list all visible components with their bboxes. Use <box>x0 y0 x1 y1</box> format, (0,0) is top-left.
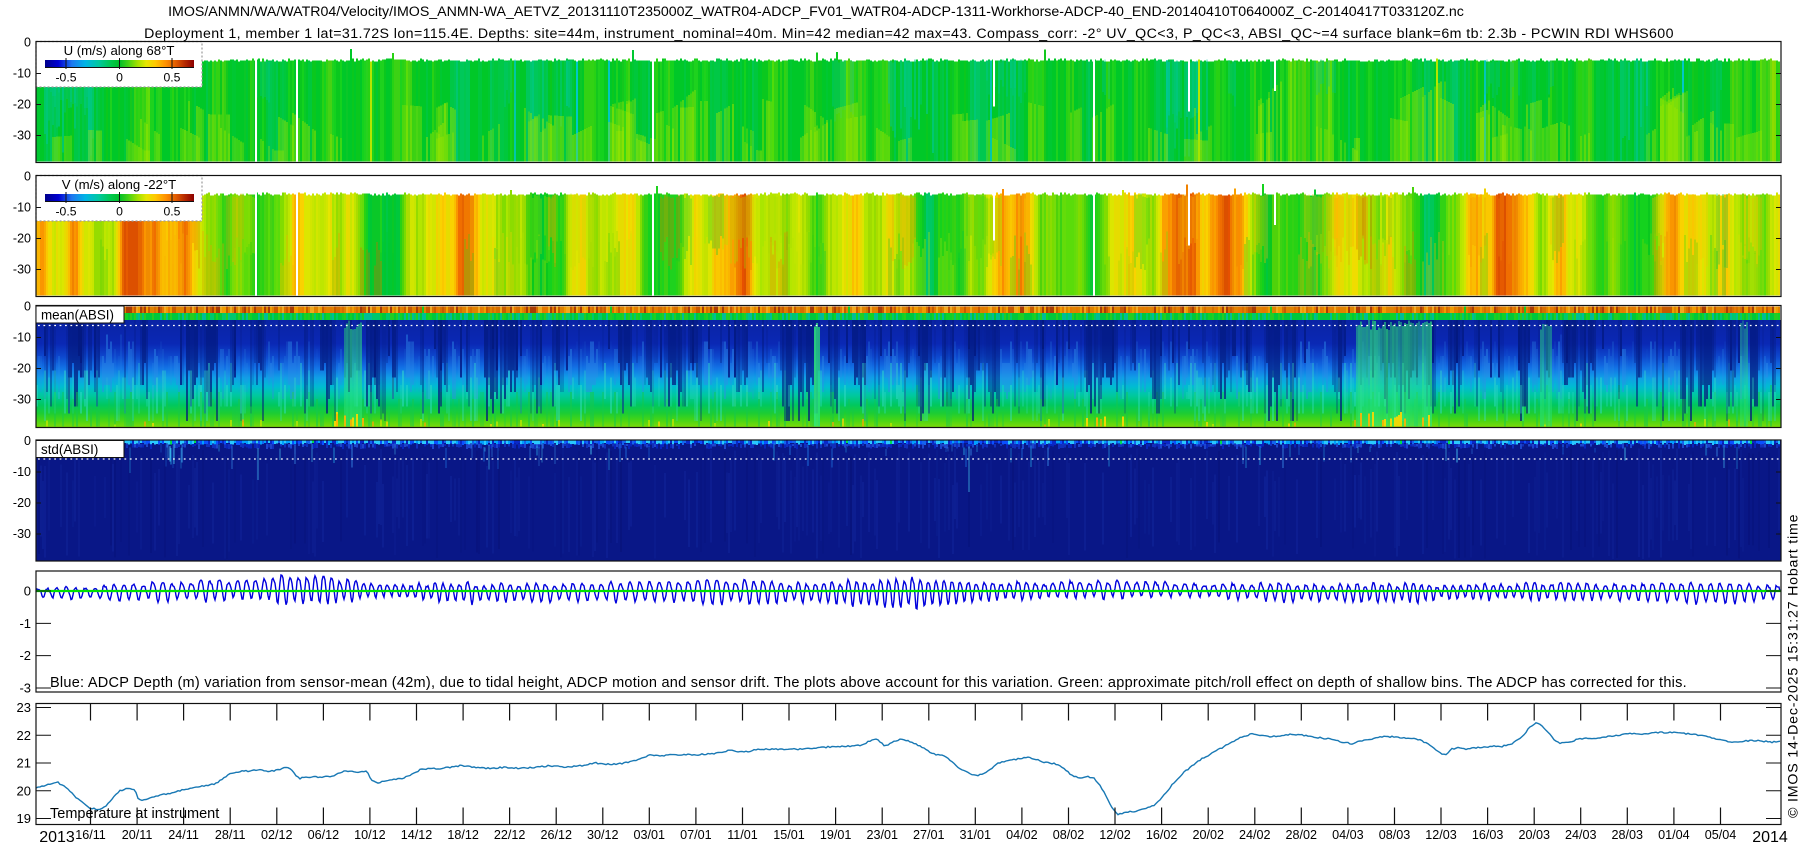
svg-text:-20: -20 <box>13 98 31 112</box>
svg-text:15/01: 15/01 <box>773 828 805 842</box>
svg-text:31/01: 31/01 <box>960 828 992 842</box>
svg-text:04/03: 04/03 <box>1332 828 1364 842</box>
svg-text:0: 0 <box>24 584 31 599</box>
svg-text:mean(ABSI): mean(ABSI) <box>41 308 114 323</box>
svg-text:0.5: 0.5 <box>164 71 181 85</box>
svg-text:03/01: 03/01 <box>634 828 666 842</box>
svg-text:26/12: 26/12 <box>540 828 572 842</box>
svg-text:-20: -20 <box>13 496 31 510</box>
svg-text:14/12: 14/12 <box>401 828 433 842</box>
svg-text:-3: -3 <box>19 680 31 695</box>
svg-text:16/03: 16/03 <box>1472 828 1504 842</box>
svg-text:02/12: 02/12 <box>261 828 293 842</box>
svg-text:16/02: 16/02 <box>1146 828 1178 842</box>
svg-text:27/01: 27/01 <box>913 828 945 842</box>
svg-text:30/12: 30/12 <box>587 828 619 842</box>
svg-text:Blue: ADCP Depth (m) variation: Blue: ADCP Depth (m) variation from sens… <box>50 675 1687 691</box>
svg-text:12/03: 12/03 <box>1425 828 1457 842</box>
svg-text:2014: 2014 <box>1752 829 1788 846</box>
svg-text:04/02: 04/02 <box>1006 828 1038 842</box>
svg-text:0: 0 <box>24 434 31 448</box>
svg-text:-10: -10 <box>13 67 31 81</box>
svg-text:std(ABSI): std(ABSI) <box>41 442 98 457</box>
svg-text:© IMOS 14-Dec-2025 15:31:27 Ho: © IMOS 14-Dec-2025 15:31:27 Hobart time <box>1786 514 1800 818</box>
svg-text:-30: -30 <box>13 393 31 407</box>
svg-text:07/01: 07/01 <box>680 828 712 842</box>
svg-text:-10: -10 <box>13 465 31 479</box>
svg-text:19/01: 19/01 <box>820 828 852 842</box>
svg-text:01/04: 01/04 <box>1658 828 1690 842</box>
svg-text:22: 22 <box>17 728 31 743</box>
svg-text:19: 19 <box>17 811 31 826</box>
svg-text:12/02: 12/02 <box>1099 828 1131 842</box>
svg-text:U (m/s) along 68°T: U (m/s) along 68°T <box>64 43 175 58</box>
svg-text:0: 0 <box>24 36 31 50</box>
svg-text:24/02: 24/02 <box>1239 828 1271 842</box>
svg-text:-1: -1 <box>19 616 31 631</box>
svg-text:23: 23 <box>17 700 31 715</box>
svg-text:-20: -20 <box>13 362 31 376</box>
svg-text:24/11: 24/11 <box>168 828 199 842</box>
svg-text:16/11: 16/11 <box>75 828 106 842</box>
svg-text:20: 20 <box>17 783 31 798</box>
svg-text:05/04: 05/04 <box>1705 828 1737 842</box>
svg-text:18/12: 18/12 <box>447 828 479 842</box>
svg-text:28/03: 28/03 <box>1612 828 1644 842</box>
svg-text:06/12: 06/12 <box>308 828 340 842</box>
svg-text:24/03: 24/03 <box>1565 828 1597 842</box>
svg-text:V (m/s) along -22°T: V (m/s) along -22°T <box>62 177 176 192</box>
svg-text:20/02: 20/02 <box>1192 828 1224 842</box>
svg-text:0.5: 0.5 <box>164 205 181 219</box>
svg-text:IMOS/ANMN/WA/WATR04/Velocity/I: IMOS/ANMN/WA/WATR04/Velocity/IMOS_ANMN-W… <box>168 4 1464 20</box>
svg-text:-30: -30 <box>13 129 31 143</box>
svg-text:-20: -20 <box>13 232 31 246</box>
svg-text:10/12: 10/12 <box>354 828 386 842</box>
svg-text:0: 0 <box>116 71 123 85</box>
svg-text:08/03: 08/03 <box>1379 828 1411 842</box>
svg-text:23/01: 23/01 <box>866 828 898 842</box>
svg-text:-0.5: -0.5 <box>55 71 76 85</box>
svg-text:-10: -10 <box>13 331 31 345</box>
svg-text:-0.5: -0.5 <box>55 205 76 219</box>
svg-text:-2: -2 <box>19 648 31 663</box>
svg-text:Deployment 1, member 1 lat=31.: Deployment 1, member 1 lat=31.72S lon=11… <box>144 26 1674 42</box>
svg-text:0: 0 <box>24 300 31 314</box>
svg-text:-10: -10 <box>13 201 31 215</box>
svg-text:28/11: 28/11 <box>215 828 246 842</box>
svg-text:11/01: 11/01 <box>727 828 758 842</box>
svg-text:0: 0 <box>24 170 31 184</box>
svg-text:20/03: 20/03 <box>1518 828 1550 842</box>
svg-text:28/02: 28/02 <box>1286 828 1318 842</box>
svg-text:22/12: 22/12 <box>494 828 526 842</box>
svg-text:-30: -30 <box>13 527 31 541</box>
svg-text:Temperature at instrument: Temperature at instrument <box>50 806 219 822</box>
svg-text:2013: 2013 <box>39 829 75 846</box>
svg-text:20/11: 20/11 <box>122 828 153 842</box>
svg-text:0: 0 <box>116 205 123 219</box>
svg-text:21: 21 <box>17 756 31 771</box>
svg-text:08/02: 08/02 <box>1053 828 1085 842</box>
svg-text:-30: -30 <box>13 263 31 277</box>
